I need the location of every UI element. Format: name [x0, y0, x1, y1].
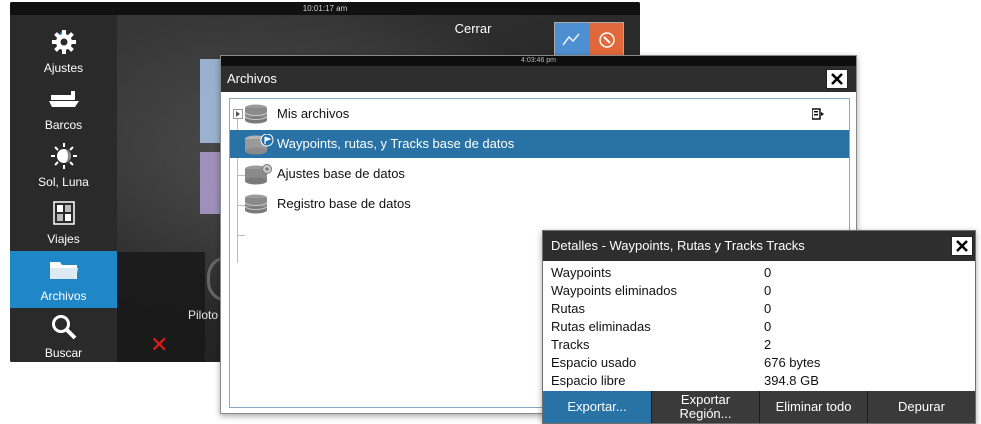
sidebar-item-label: Archivos	[40, 289, 87, 303]
sidebar-item-label: Viajes	[47, 232, 80, 246]
database-icon	[244, 104, 268, 124]
detail-value: 0	[764, 283, 772, 298]
app-tile[interactable]	[200, 59, 222, 143]
detail-key: Waypoints	[551, 265, 612, 280]
search-icon	[51, 315, 76, 340]
map-icon	[562, 33, 580, 46]
gear-icon	[51, 30, 76, 54]
button-label: Eliminar todo	[775, 399, 852, 414]
detail-key: Rutas eliminadas	[551, 319, 651, 334]
details-button-bar: Exportar... Exportar Región... Eliminar …	[543, 391, 975, 423]
detail-value: 0	[764, 319, 772, 334]
sidebar-item-buscar[interactable]: Buscar	[10, 308, 117, 362]
close-button[interactable]	[826, 69, 848, 89]
files-title-bar: Archivos	[221, 66, 856, 92]
sidebar-item-label: Sol, Luna	[38, 175, 89, 189]
details-title-bar: Detalles - Waypoints, Rutas y Tracks Tra…	[543, 231, 975, 261]
database-icon	[244, 194, 268, 214]
detail-row: Rutas 0	[551, 300, 971, 317]
folder-icon	[49, 262, 78, 279]
detail-row: Rutas eliminadas 0	[551, 318, 971, 335]
tools-icon	[599, 32, 615, 48]
detail-key: Espacio libre	[551, 373, 626, 388]
purge-button[interactable]: Depurar	[867, 391, 975, 423]
detail-key: Tracks	[551, 337, 590, 352]
app-tile[interactable]	[200, 152, 222, 214]
detail-row: Tracks 2	[551, 336, 971, 353]
close-icon	[956, 240, 968, 252]
sidebar-item-barcos[interactable]: Barcos	[10, 80, 117, 137]
button-label: Exportar...	[567, 399, 627, 414]
sidebar-item-label: Buscar	[44, 346, 83, 360]
sidebar-item-label: Barcos	[44, 118, 83, 132]
detail-row: Waypoints eliminados 0	[551, 282, 971, 299]
tree-connector	[237, 235, 245, 236]
tree-item-label: Mis archivos	[277, 106, 350, 121]
tree-item-waypoints-db[interactable]: Waypoints, rutas, y Tracks base de datos	[230, 130, 849, 158]
dialog-title: Detalles - Waypoints, Rutas y Tracks Tra…	[551, 238, 805, 253]
sidebar-item-archivos[interactable]: Archivos	[10, 251, 117, 308]
trips-icon	[52, 201, 75, 225]
button-label: Región...	[679, 406, 732, 421]
detail-key: Waypoints eliminados	[551, 283, 677, 298]
error-x-icon: ✕	[150, 332, 169, 357]
expand-icon[interactable]	[233, 109, 243, 119]
delete-all-button[interactable]: Eliminar todo	[759, 391, 867, 423]
waypoint-database-icon	[245, 134, 274, 155]
close-icon	[831, 73, 843, 85]
dialog-title: Archivos	[227, 71, 277, 86]
close-button[interactable]	[951, 236, 973, 256]
close-button[interactable]: Cerrar	[418, 15, 528, 43]
button-label: Depurar	[898, 399, 945, 414]
sun-moon-icon	[50, 143, 77, 169]
sidebar-item-ajustes[interactable]: Ajustes	[10, 23, 117, 80]
detail-value: 2	[764, 337, 772, 352]
tree-item-log-db[interactable]: Registro base de datos	[230, 190, 849, 218]
detail-row: Waypoints 0	[551, 264, 971, 281]
export-region-button[interactable]: Exportar Región...	[651, 391, 759, 423]
ship-icon	[48, 91, 79, 107]
menu-icon[interactable]	[812, 108, 824, 120]
settings-database-icon	[245, 164, 272, 185]
sidebar: Ajustes Barcos Sol, Luna Viajes Archivos…	[10, 15, 117, 362]
tree-item-label: Registro base de datos	[277, 196, 411, 211]
tree-item-label: Waypoints, rutas, y Tracks base de datos	[277, 136, 515, 151]
detail-key: Rutas	[551, 301, 585, 316]
sidebar-item-viajes[interactable]: Viajes	[10, 194, 117, 251]
detail-value: 0	[764, 265, 772, 280]
detail-value: 394.8 GB	[764, 373, 819, 388]
chart-app-tile[interactable]	[554, 22, 624, 58]
sidebar-item-sol-luna[interactable]: Sol, Luna	[10, 137, 117, 194]
detail-row: Espacio usado 676 bytes	[551, 354, 971, 371]
files-clock: 4:03:46 pm	[221, 56, 856, 66]
home-clock: 10:01:17 am	[10, 2, 640, 15]
tree-item-mis-archivos[interactable]: Mis archivos	[230, 100, 849, 128]
detail-value: 0	[764, 301, 772, 316]
button-label: Exportar	[680, 392, 731, 407]
autopilot-label[interactable]: Piloto	[188, 308, 218, 322]
details-dialog: Detalles - Waypoints, Rutas y Tracks Tra…	[542, 230, 976, 424]
export-button[interactable]: Exportar...	[543, 391, 651, 423]
tree-item-label: Ajustes base de datos	[277, 166, 405, 181]
detail-value: 676 bytes	[764, 355, 821, 370]
detail-key: Espacio usado	[551, 355, 637, 370]
tree-item-settings-db[interactable]: Ajustes base de datos	[230, 160, 849, 188]
sidebar-item-label: Ajustes	[43, 61, 84, 75]
detail-row: Espacio libre 394.8 GB	[551, 372, 971, 389]
